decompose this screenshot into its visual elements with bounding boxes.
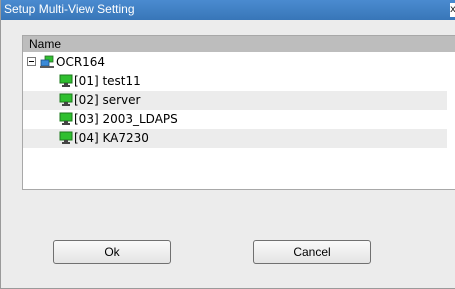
tree-root-label: OCR164	[56, 55, 106, 69]
close-button[interactable]: x	[450, 3, 455, 17]
monitor-icon	[59, 74, 73, 87]
device-tree-panel: Name OCR164 [01] test11 [02] server [03]…	[22, 35, 455, 190]
tree-root-row[interactable]: OCR164	[23, 53, 447, 72]
ok-button[interactable]: Ok	[53, 240, 171, 264]
tree-item-label: [03] 2003_LDAPS	[74, 112, 178, 126]
title-bar[interactable]: Setup Multi-View Setting x	[1, 0, 455, 20]
monitor-icon	[59, 131, 73, 144]
tree-item-row[interactable]: [04] KA7230	[23, 129, 447, 148]
tree-item-label: [01] test11	[74, 74, 141, 88]
column-header-name: Name	[29, 37, 62, 51]
tree-item-label: [02] server	[74, 93, 141, 107]
tree-item-row[interactable]: [01] test11	[23, 72, 447, 91]
cancel-button[interactable]: Cancel	[253, 240, 371, 264]
collapse-expander-icon[interactable]	[27, 57, 36, 66]
network-group-icon	[40, 55, 54, 68]
tree-item-label: [04] KA7230	[74, 131, 149, 145]
monitor-icon	[59, 93, 73, 106]
monitor-icon	[59, 112, 73, 125]
setup-multi-view-dialog: Setup Multi-View Setting x Name OCR164 […	[0, 0, 455, 289]
tree-item-row[interactable]: [03] 2003_LDAPS	[23, 110, 447, 129]
tree-item-row[interactable]: [02] server	[23, 91, 447, 110]
window-title: Setup Multi-View Setting	[4, 2, 135, 16]
column-header[interactable]: Name	[23, 36, 455, 52]
